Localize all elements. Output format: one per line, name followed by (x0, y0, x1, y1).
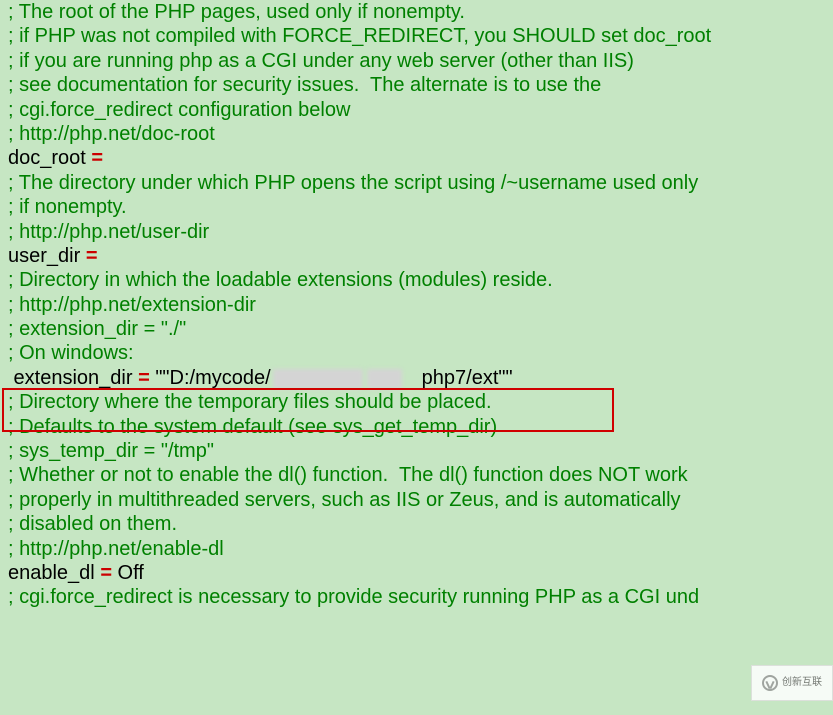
comment-line: ; Directory in which the loadable extens… (8, 268, 825, 292)
comment-line: ; The root of the PHP pages, used only i… (8, 0, 825, 24)
ini-file-content: ; The root of the PHP pages, used only i… (8, 0, 825, 610)
comment-line: ; properly in multithreaded servers, suc… (8, 488, 825, 512)
redacted-text (367, 369, 402, 389)
comment-line: ; sys_temp_dir = "/tmp" (8, 439, 825, 463)
comment-line: ; disabled on them. (8, 512, 825, 536)
comment-line: ; Whether or not to enable the dl() func… (8, 463, 825, 487)
directive-user-dir: user_dir = (8, 244, 825, 268)
watermark-logo: 创新互联 (751, 665, 833, 701)
directive-doc-root: doc_root = (8, 146, 825, 170)
directive-key: user_dir (8, 245, 86, 267)
directive-value-part: php7/ext"" (422, 367, 513, 389)
logo-text: 创新互联 (782, 678, 822, 688)
comment-line: ; Defaults to the system default (see sy… (8, 415, 825, 439)
equals-sign: = (100, 562, 112, 584)
comment-line: ; On windows: (8, 341, 825, 365)
directive-key: enable_dl (8, 562, 100, 584)
comment-line: ; see documentation for security issues.… (8, 73, 825, 97)
directive-value: Off (112, 562, 144, 584)
comment-line: ; cgi.force_redirect configuration below (8, 98, 825, 122)
comment-line: ; if PHP was not compiled with FORCE_RED… (8, 24, 825, 48)
comment-line: ; cgi.force_redirect is necessary to pro… (8, 585, 825, 609)
equals-sign: = (91, 147, 103, 169)
logo-icon (762, 675, 778, 691)
directive-extension-dir: extension_dir = ""D:/mycode/php7/ext"" (8, 366, 825, 390)
comment-line: ; if you are running php as a CGI under … (8, 49, 825, 73)
comment-line: ; http://php.net/extension-dir (8, 293, 825, 317)
equals-sign: = (138, 367, 150, 389)
directive-enable-dl: enable_dl = Off (8, 561, 825, 585)
comment-line: ; http://php.net/user-dir (8, 220, 825, 244)
redacted-text (273, 369, 363, 389)
comment-line: ; if nonempty. (8, 195, 825, 219)
comment-line: ; Directory where the temporary files sh… (8, 390, 825, 414)
comment-line: ; http://php.net/enable-dl (8, 537, 825, 561)
directive-value-part: ""D:/mycode/ (150, 367, 271, 389)
comment-line: ; extension_dir = "./" (8, 317, 825, 341)
directive-key: extension_dir (8, 367, 138, 389)
directive-key: doc_root (8, 147, 91, 169)
equals-sign: = (86, 245, 98, 267)
comment-line: ; http://php.net/doc-root (8, 122, 825, 146)
comment-line: ; The directory under which PHP opens th… (8, 171, 825, 195)
